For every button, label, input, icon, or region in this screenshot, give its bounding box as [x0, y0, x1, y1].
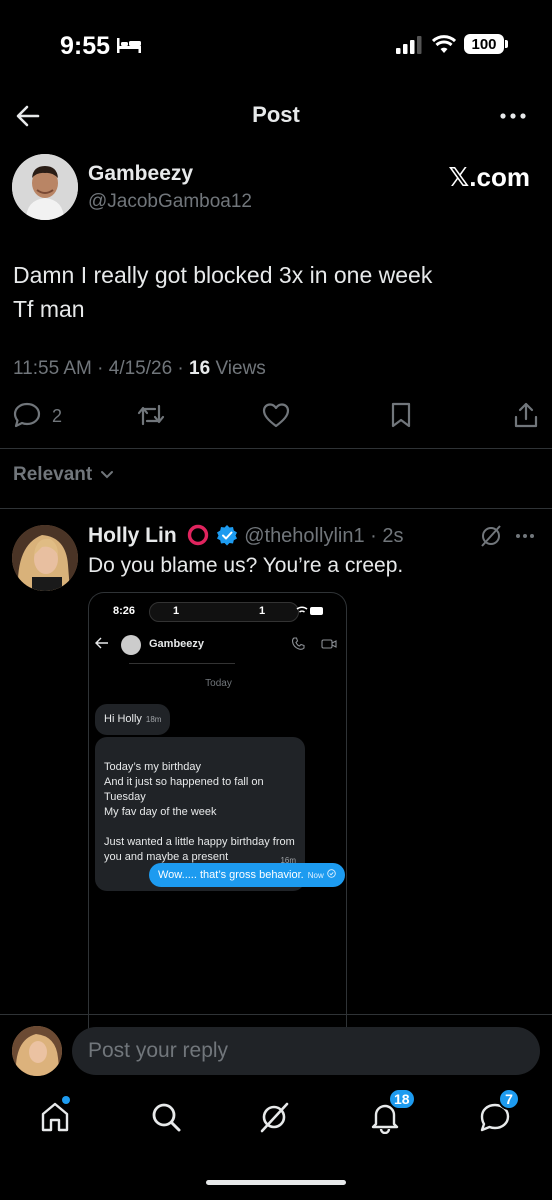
embedded-phone-icon	[291, 637, 305, 650]
bookmark-icon[interactable]	[386, 400, 416, 430]
author-avatar[interactable]	[12, 154, 78, 220]
embedded-day-label: Today	[205, 678, 232, 689]
embedded-wifi-battery-icon	[296, 606, 323, 615]
share-icon[interactable]	[511, 400, 541, 430]
wifi-icon	[432, 35, 456, 53]
status-time: 9:55	[60, 32, 111, 60]
message-text: Today’s my birthday And it just so happe…	[104, 761, 295, 863]
battery-icon: 100	[464, 34, 508, 54]
embedded-sent-message-bubble: Wow..... that’s gross behavior. Now	[149, 863, 345, 887]
embedded-message-bubble: Hi Holly 18m	[95, 704, 171, 735]
reply-author-name[interactable]: Holly Lin	[88, 524, 177, 547]
home-indicator[interactable]	[206, 1180, 346, 1185]
nav-search[interactable]	[149, 1100, 183, 1134]
embedded-score-right: 1	[259, 605, 266, 617]
more-options-icon[interactable]	[516, 534, 534, 538]
repost-icon[interactable]	[136, 400, 166, 430]
embedded-video-icon	[321, 639, 337, 649]
red-circle-emoji-icon	[187, 524, 208, 546]
bottom-navigation: 18 7	[0, 1088, 552, 1150]
reply-author-photo-icon	[12, 525, 78, 591]
sleep-bed-icon	[117, 38, 141, 53]
embedded-score-left: 1	[173, 605, 180, 617]
chevron-down-icon[interactable]	[100, 470, 114, 480]
page-title: Post	[252, 102, 300, 127]
nav-grok[interactable]	[258, 1100, 292, 1134]
post-text-line: Damn I really got blocked 3x in one week	[13, 262, 433, 288]
divider	[0, 508, 552, 509]
views-count: 16	[189, 358, 211, 379]
current-user-photo-icon	[12, 1026, 62, 1076]
verified-badge-icon	[217, 525, 238, 546]
reply-header: Holly Lin @thehollylin1 · 2s	[88, 524, 403, 548]
post-text-line: Tf man	[13, 296, 85, 322]
post-timestamp: 11:55 AM · 4/15/26 ·	[13, 358, 190, 379]
embedded-back-arrow-icon	[95, 637, 108, 649]
message-time: 18m	[145, 715, 162, 724]
home-icon	[41, 1102, 69, 1132]
reply-count: 2	[52, 406, 63, 426]
embedded-dynamic-island	[149, 602, 299, 622]
nav-messages[interactable]: 7	[478, 1088, 520, 1134]
sort-dropdown[interactable]: Relevant	[13, 464, 92, 486]
like-heart-icon[interactable]	[261, 400, 291, 430]
author-handle[interactable]: @JacobGamboa12	[88, 191, 252, 213]
post-action-bar	[0, 400, 552, 436]
reply-input[interactable]	[72, 1027, 540, 1075]
post-text: Damn I really got blocked 3x in one week…	[13, 258, 533, 326]
views-label: Views	[210, 358, 266, 379]
divider	[0, 1014, 552, 1015]
reply-options	[481, 525, 534, 547]
grok-icon	[260, 1102, 289, 1133]
embedded-status-time: 8:26	[113, 605, 136, 617]
xcom-watermark: 𝕏.com	[448, 162, 530, 192]
messages-badge: 7	[498, 1088, 520, 1110]
author-photo-icon	[12, 154, 78, 220]
reply-text: Do you blame us? You’re a creep.	[88, 554, 404, 577]
notifications-badge: 18	[388, 1088, 416, 1110]
divider	[0, 448, 552, 449]
attached-image[interactable]: 8:26 1 1 Gambeezy Today Hi Holly 18m Toda…	[88, 592, 347, 1032]
read-check-icon	[327, 869, 336, 878]
cellular-signal-icon	[396, 36, 422, 54]
top-app-bar: Post	[0, 90, 552, 142]
reply-author-avatar[interactable]	[12, 525, 78, 591]
message-time: Now	[307, 871, 324, 880]
author-name[interactable]: Gambeezy	[88, 162, 193, 186]
reply-author-handle[interactable]: @thehollylin1 · 2s	[244, 525, 403, 547]
message-text: Hi Holly	[104, 713, 142, 725]
post-metadata: 11:55 AM · 4/15/26 · 16 Views	[13, 358, 266, 380]
embedded-divider	[129, 663, 235, 664]
reply-icon[interactable]	[12, 400, 42, 430]
search-icon	[152, 1103, 181, 1132]
nav-home[interactable]	[38, 1096, 72, 1134]
more-options-icon[interactable]	[498, 102, 528, 130]
home-unread-dot	[62, 1096, 70, 1104]
embedded-chat-name: Gambeezy	[149, 638, 205, 650]
grok-icon[interactable]	[481, 525, 501, 547]
current-user-avatar[interactable]	[12, 1026, 62, 1076]
embedded-chat-avatar	[121, 635, 141, 655]
message-text: Wow..... that’s gross behavior.	[158, 869, 304, 881]
status-bar: 9:55 100	[0, 0, 552, 90]
nav-notifications[interactable]: 18	[368, 1088, 416, 1135]
